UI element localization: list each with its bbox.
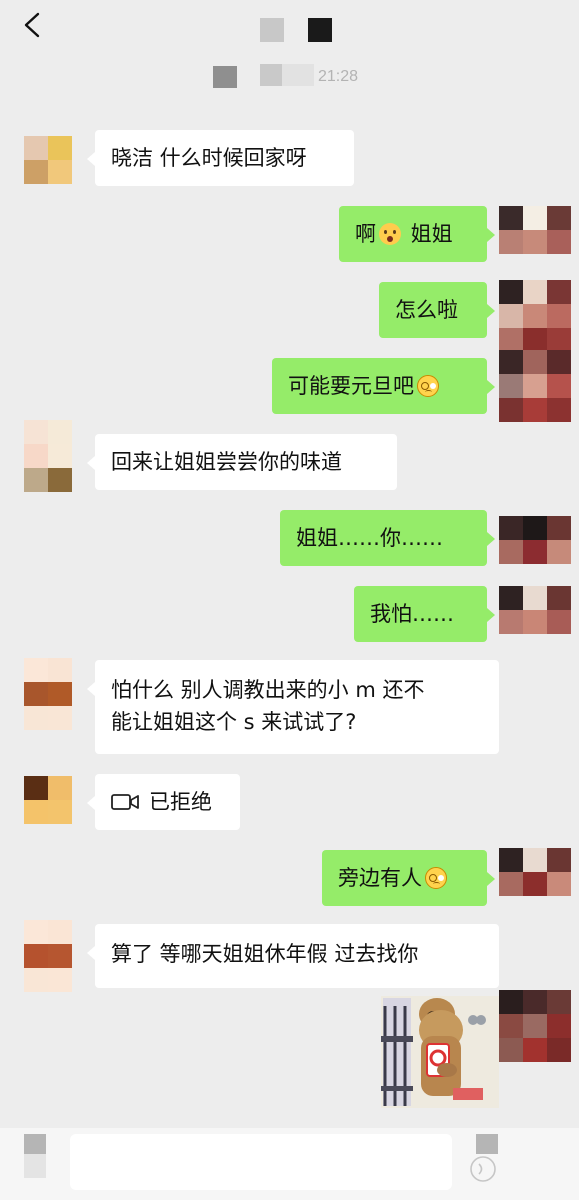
- message-text: 怎么啦: [395, 298, 458, 322]
- voice-toggle-icon[interactable]: [24, 1134, 46, 1154]
- my-avatar[interactable]: [499, 206, 571, 254]
- pleading-face-emoji: [425, 867, 447, 889]
- voice-icon[interactable]: [468, 1154, 498, 1184]
- video-camera-icon: [111, 788, 139, 810]
- outgoing-message[interactable]: 怎么啦: [379, 282, 495, 338]
- message-text: 可能要元旦吧: [288, 374, 414, 398]
- message-text: 姐姐: [404, 222, 453, 246]
- message-text: 啊: [355, 222, 376, 246]
- timestamp-row: 21:28: [0, 62, 579, 90]
- contact-avatar[interactable]: [24, 420, 72, 492]
- outgoing-message[interactable]: 旁边有人: [322, 850, 495, 906]
- outgoing-message[interactable]: 姐姐……你……: [280, 510, 495, 566]
- my-avatar[interactable]: [499, 280, 571, 352]
- dog-holding-phone-sticker[interactable]: [381, 996, 499, 1108]
- message-timestamp: 21:28: [318, 68, 359, 85]
- message-text: 晓洁 什么时候回家呀: [111, 146, 307, 170]
- chat-screen: 21:28 晓洁 什么时候回家呀 啊 姐姐 怎么啦 可能要元旦吧 回来让姐姐尝尝…: [0, 0, 579, 1200]
- message-text: 回来让姐姐尝尝你的味道: [111, 450, 342, 474]
- message-text: 算了 等哪天姐姐休年假 过去找你: [111, 942, 419, 966]
- call-record-message[interactable]: 已拒绝: [87, 774, 240, 830]
- chat-input-bar: [0, 1128, 579, 1200]
- contact-avatar[interactable]: [24, 658, 72, 730]
- contact-avatar[interactable]: [24, 136, 72, 184]
- message-input[interactable]: [70, 1134, 452, 1190]
- incoming-message[interactable]: 晓洁 什么时候回家呀: [87, 130, 354, 186]
- outgoing-message[interactable]: 我怕……: [354, 586, 495, 642]
- incoming-message[interactable]: 算了 等哪天姐姐休年假 过去找你: [87, 924, 499, 988]
- incoming-message[interactable]: 回来让姐姐尝尝你的味道: [87, 434, 397, 490]
- pleading-face-emoji: [417, 375, 439, 397]
- message-text: 姐姐……你……: [296, 526, 443, 550]
- surprised-face-emoji: [379, 223, 401, 245]
- my-avatar[interactable]: [499, 848, 571, 896]
- my-avatar[interactable]: [499, 586, 571, 634]
- message-text: 旁边有人: [338, 866, 422, 890]
- message-text-line: 能让姐姐这个 s 来试试了?: [111, 710, 357, 734]
- contact-avatar[interactable]: [24, 776, 72, 824]
- my-avatar[interactable]: [499, 350, 571, 422]
- contact-name-redacted: [260, 18, 284, 42]
- contact-avatar[interactable]: [24, 920, 72, 992]
- outgoing-message[interactable]: 可能要元旦吧: [272, 358, 495, 414]
- emoji-button-redacted[interactable]: [476, 1134, 498, 1154]
- voice-toggle-icon-lower: [24, 1154, 46, 1178]
- call-status-text: 已拒绝: [149, 790, 212, 814]
- outgoing-message[interactable]: 啊 姐姐: [339, 206, 495, 262]
- incoming-message[interactable]: 怕什么 别人调教出来的小 m 还不 能让姐姐这个 s 来试试了?: [87, 660, 499, 754]
- chevron-left-icon[interactable]: [18, 10, 48, 40]
- message-text-line: 怕什么 别人调教出来的小 m 还不: [111, 678, 425, 702]
- message-text: 我怕……: [370, 602, 454, 626]
- chat-header: 21:28: [0, 0, 579, 110]
- contact-name-redacted: [308, 18, 332, 42]
- my-avatar[interactable]: [499, 516, 571, 564]
- my-avatar[interactable]: [499, 990, 571, 1062]
